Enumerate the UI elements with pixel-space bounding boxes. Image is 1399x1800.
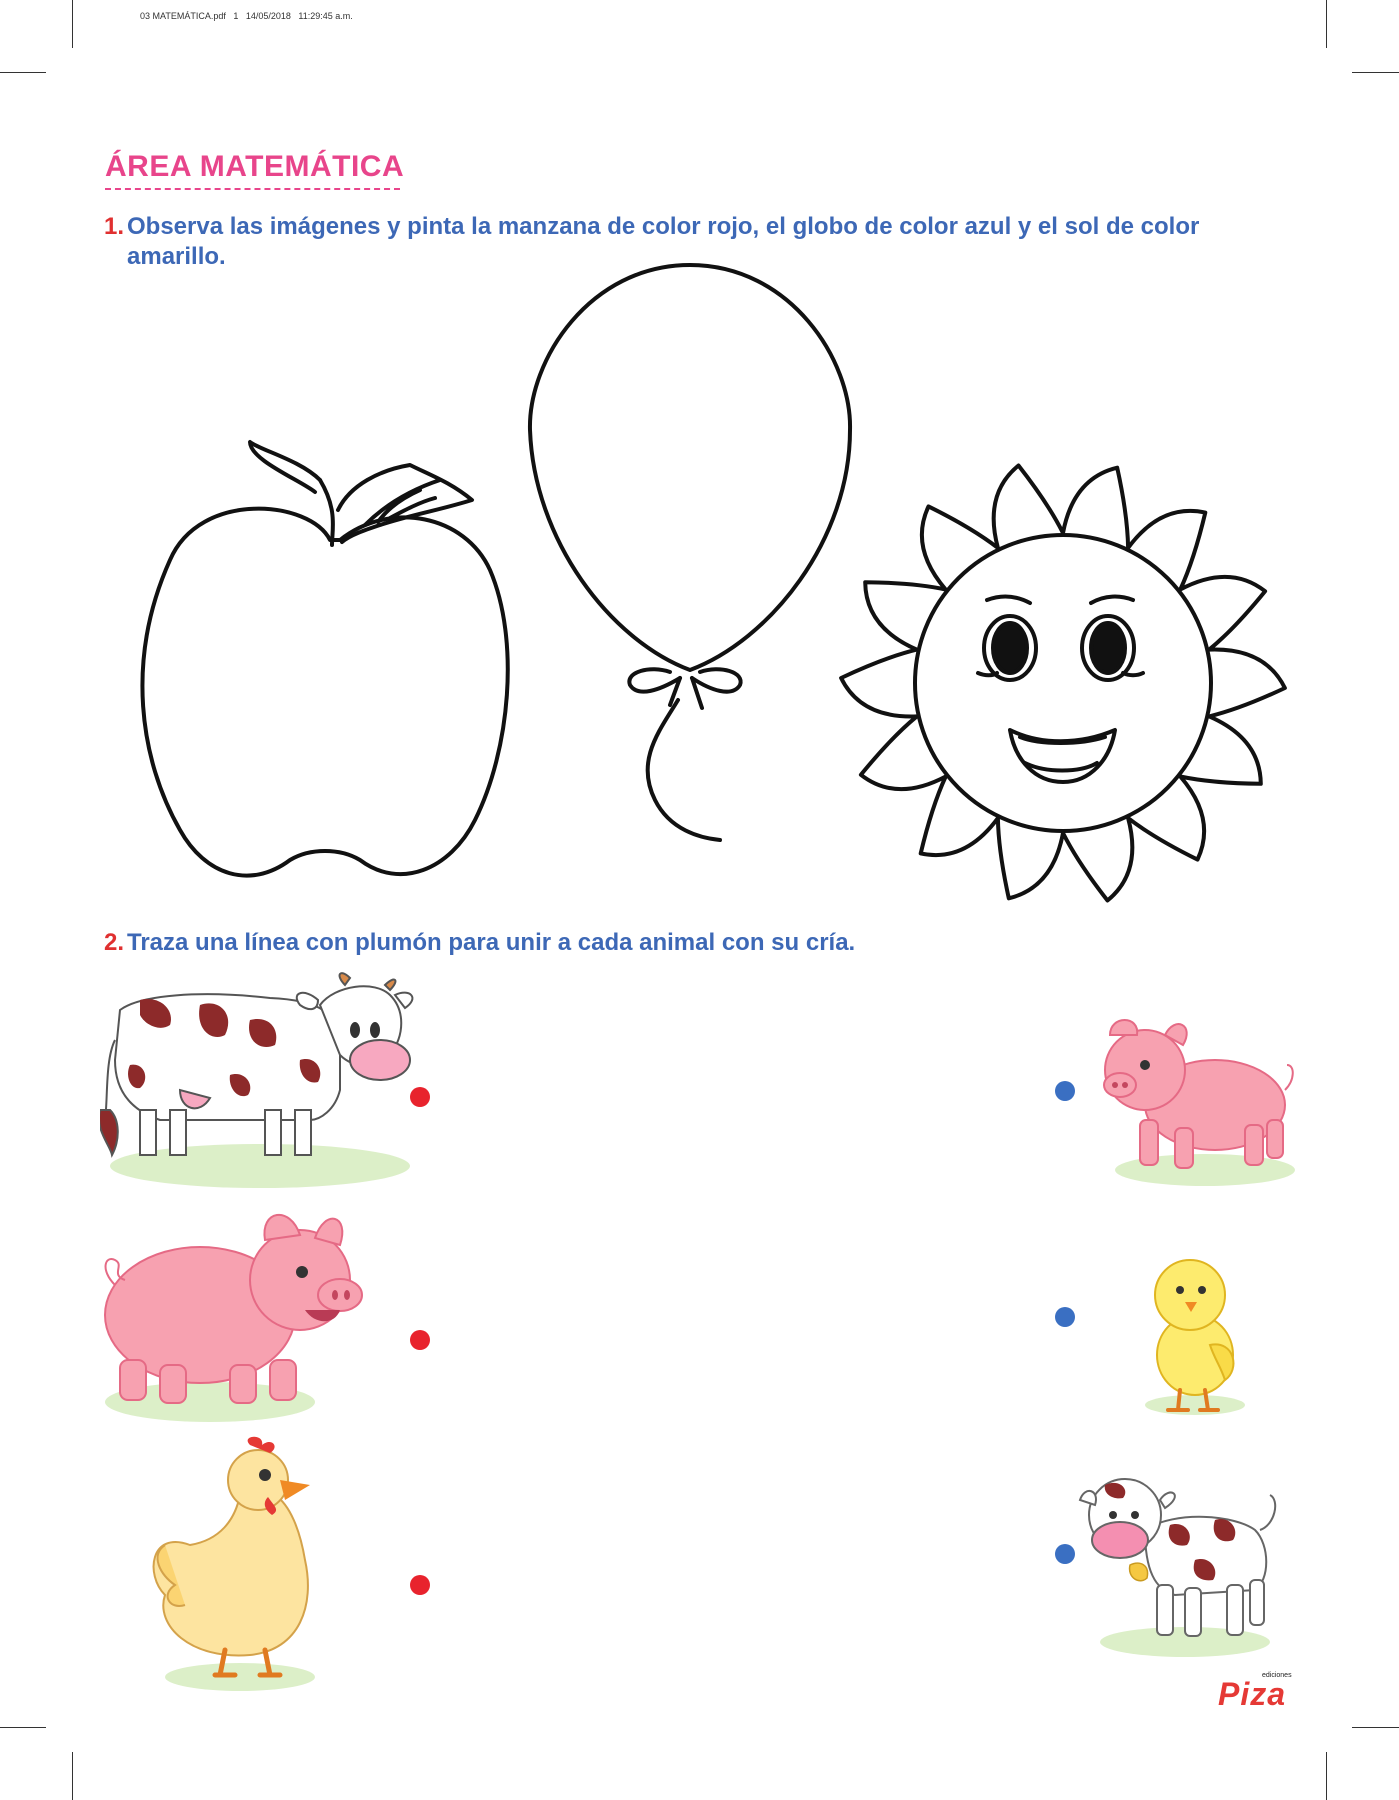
crop-mark	[72, 0, 73, 48]
match-dot-left-2[interactable]	[410, 1330, 430, 1350]
question-1-number: 1.	[104, 213, 125, 240]
cow-icon[interactable]	[100, 970, 420, 1190]
question-2-text: Traza una línea con plumón para unir a c…	[127, 929, 856, 956]
print-header: 03 MATEMÁTICA.pdf 1 14/05/2018 11:29:45 …	[140, 11, 353, 21]
balloon-outline-icon[interactable]	[520, 260, 860, 850]
match-dot-left-3[interactable]	[410, 1575, 430, 1595]
section-title-underline	[105, 188, 400, 190]
apple-outline-icon[interactable]	[110, 430, 530, 900]
crop-mark	[1326, 1752, 1327, 1800]
crop-mark	[1326, 0, 1327, 48]
crop-mark	[0, 72, 46, 73]
crop-mark	[1352, 1727, 1399, 1728]
piglet-icon[interactable]	[1095, 1010, 1295, 1190]
question-2-number: 2.	[104, 929, 125, 956]
question-1-text-line1: Observa las imágenes y pinta la manzana …	[127, 213, 1200, 240]
hen-icon[interactable]	[140, 1435, 330, 1695]
question-2: 2. Traza una línea con plumón para unir a…	[104, 928, 1304, 958]
match-dot-right-3[interactable]	[1055, 1544, 1075, 1564]
match-dot-left-1[interactable]	[410, 1087, 430, 1107]
crop-mark	[0, 1727, 46, 1728]
section-title: ÁREA MATEMÁTICA	[105, 150, 405, 183]
publisher-logo: Piza	[1218, 1676, 1287, 1712]
crop-mark	[1352, 72, 1399, 73]
calf-icon[interactable]	[1075, 1470, 1280, 1660]
match-dot-right-1[interactable]	[1055, 1081, 1075, 1101]
crop-mark	[72, 1752, 73, 1800]
match-dot-right-2[interactable]	[1055, 1307, 1075, 1327]
chick-icon[interactable]	[1140, 1250, 1250, 1420]
sun-outline-icon[interactable]	[835, 445, 1295, 915]
pig-icon[interactable]	[100, 1200, 370, 1425]
